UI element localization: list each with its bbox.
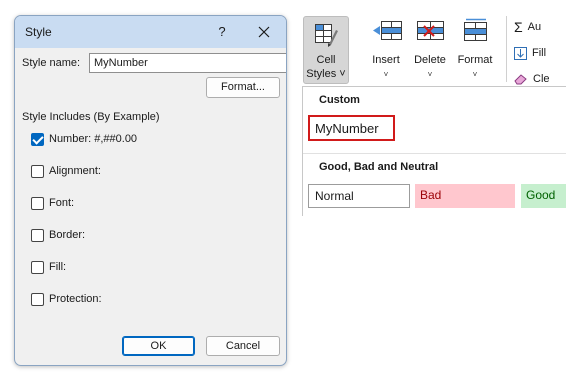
autosum-button[interactable]: Σ Au xyxy=(514,19,541,35)
checkbox-font-label: Font: xyxy=(49,197,75,209)
style-good[interactable]: Good xyxy=(521,184,566,208)
fill-button[interactable]: Fill xyxy=(514,45,546,61)
checkbox-font-box[interactable] xyxy=(31,196,44,210)
format-ribbon-button[interactable]: Format ˅ xyxy=(451,18,499,82)
fill-label: Fill xyxy=(532,47,547,59)
help-button[interactable]: ? xyxy=(212,22,232,42)
delete-button[interactable]: Delete ˅ xyxy=(406,18,454,82)
cell-styles-label-line2: Styles ˅ xyxy=(306,68,346,80)
dialog-title: Style xyxy=(25,25,52,39)
custom-section-header: Custom xyxy=(319,94,360,106)
delete-chevron-down-icon: ˅ xyxy=(427,70,433,79)
format-label: Format xyxy=(457,54,493,66)
checkbox-protection[interactable]: Protection: xyxy=(31,291,102,307)
style-normal[interactable]: Normal xyxy=(308,184,410,208)
checkbox-font[interactable]: Font: xyxy=(31,195,74,211)
ribbon-divider xyxy=(506,16,507,82)
checkbox-alignment[interactable]: Alignment: xyxy=(31,163,101,179)
close-icon xyxy=(258,26,270,38)
clear-label: Cle xyxy=(533,73,550,85)
checkbox-alignment-box[interactable] xyxy=(31,164,44,178)
custom-style-mynumber[interactable]: MyNumber xyxy=(308,115,395,141)
format-cells-icon xyxy=(464,18,487,41)
checkbox-border[interactable]: Border: xyxy=(31,227,85,243)
style-bad[interactable]: Bad xyxy=(415,184,515,208)
sigma-icon: Σ xyxy=(514,19,523,35)
cell-styles-button[interactable]: Cell Styles ˅ xyxy=(303,16,349,84)
gallery-separator xyxy=(303,153,566,154)
checkbox-protection-label: Protection: xyxy=(49,293,102,305)
insert-label: Insert xyxy=(372,54,400,66)
delete-label: Delete xyxy=(414,54,446,66)
ok-button[interactable]: OK xyxy=(122,336,195,356)
delete-cells-icon xyxy=(417,21,444,40)
style-dialog: Style ? Style name: Format... Style Incl… xyxy=(14,15,287,366)
checkbox-fill-label: Fill: xyxy=(49,261,67,273)
style-name-input[interactable] xyxy=(89,53,286,73)
autosum-label: Au xyxy=(527,21,542,33)
checkbox-number-label: Number: #,##0.00 xyxy=(49,133,138,145)
cell-styles-icon xyxy=(315,24,338,47)
cancel-button[interactable]: Cancel xyxy=(206,336,280,356)
close-button[interactable] xyxy=(253,21,275,43)
style-includes-title: Style Includes (By Example) xyxy=(22,111,160,123)
checkbox-number[interactable]: Number: #,##0.00 xyxy=(31,131,137,147)
dialog-titlebar[interactable]: Style ? xyxy=(15,16,286,48)
insert-chevron-down-icon: ˅ xyxy=(383,70,389,79)
checkbox-border-box[interactable] xyxy=(31,228,44,242)
checkbox-protection-box[interactable] xyxy=(31,292,44,306)
style-name-label: Style name: xyxy=(22,57,81,69)
checkbox-alignment-label: Alignment: xyxy=(49,165,101,177)
checkbox-fill-box[interactable] xyxy=(31,260,44,274)
checkbox-number-box[interactable] xyxy=(31,132,44,146)
fill-down-icon xyxy=(514,46,527,60)
insert-cells-icon xyxy=(373,21,402,40)
good-bad-neutral-header: Good, Bad and Neutral xyxy=(319,161,439,173)
eraser-icon xyxy=(514,74,527,85)
checkbox-fill[interactable]: Fill: xyxy=(31,259,66,275)
cell-styles-label-line1: Cell xyxy=(316,54,336,66)
insert-button[interactable]: Insert ˅ xyxy=(362,18,410,82)
cell-styles-gallery: Custom MyNumber Good, Bad and Neutral No… xyxy=(302,86,566,216)
format-chevron-down-icon: ˅ xyxy=(472,70,478,79)
checkbox-border-label: Border: xyxy=(49,229,86,241)
format-button[interactable]: Format... xyxy=(206,77,280,98)
clear-button[interactable]: Cle xyxy=(514,71,550,87)
